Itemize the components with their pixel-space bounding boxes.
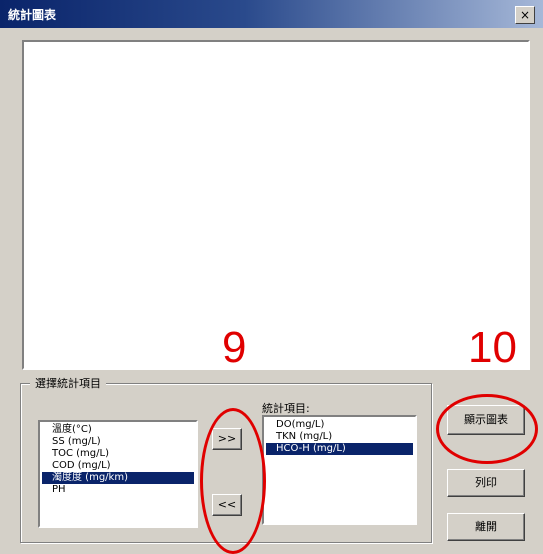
close-button[interactable]: × <box>515 6 535 24</box>
chosen-items-label: 統計項目: <box>262 402 310 415</box>
chosen-items-list[interactable]: DO(mg/L) TKN (mg/L) HCO-H (mg/L) <box>262 415 417 525</box>
title-bar: 統計圖表 × <box>0 0 543 28</box>
window-title: 統計圖表 <box>8 8 57 22</box>
chosen-item[interactable]: HCO-H (mg/L) <box>266 443 413 455</box>
group-label: 選擇統計項目 <box>30 375 106 391</box>
chosen-item[interactable]: TKN (mg/L) <box>266 431 413 443</box>
available-item[interactable]: SS (mg/L) <box>42 436 194 448</box>
available-item[interactable]: PH <box>42 484 194 496</box>
statistics-dialog: 統計圖表 × 選擇統計項目 溫度(°C) SS (mg/L) TOC (mg/L) C… <box>0 0 543 554</box>
available-item[interactable]: TOC (mg/L) <box>42 448 194 460</box>
chart-display-area <box>22 40 530 370</box>
available-item[interactable]: 溫度(°C) <box>42 424 194 436</box>
chosen-item[interactable]: DO(mg/L) <box>266 419 413 431</box>
available-item[interactable]: 濁度度 (mg/km) <box>42 472 194 484</box>
exit-button[interactable]: 離開 <box>447 513 525 541</box>
available-item[interactable]: COD (mg/L) <box>42 460 194 472</box>
annotation-number-9: 9 <box>222 323 247 372</box>
highlight-ring-show-chart <box>436 394 538 464</box>
highlight-ring-arrows <box>200 408 266 554</box>
annotation-number-10: 10 <box>468 323 517 372</box>
available-items-list[interactable]: 溫度(°C) SS (mg/L) TOC (mg/L) COD (mg/L) 濁度度 (… <box>38 420 198 528</box>
print-button[interactable]: 列印 <box>447 469 525 497</box>
